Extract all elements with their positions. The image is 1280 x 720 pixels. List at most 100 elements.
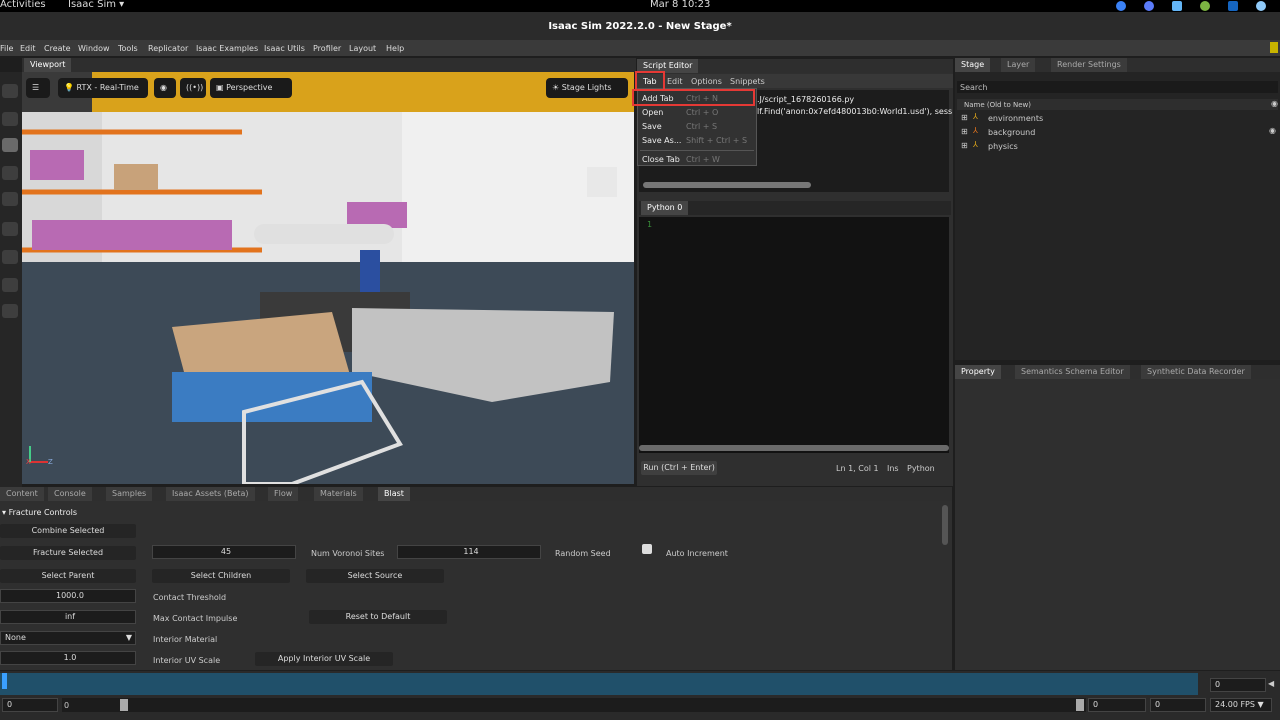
tab-materials[interactable]: Materials xyxy=(314,487,363,501)
menu-item-close-tab[interactable]: Close Tab Ctrl + W xyxy=(638,153,756,167)
tab-python-0[interactable]: Python 0 xyxy=(641,201,689,215)
camera-icon[interactable] xyxy=(2,84,18,98)
app-menu[interactable]: Isaac Sim ▾ xyxy=(68,0,124,10)
tab-flow[interactable]: Flow xyxy=(268,487,299,501)
activities-button[interactable]: Activities xyxy=(0,0,46,10)
select-parent-button[interactable]: Select Parent xyxy=(0,569,136,583)
expand-icon[interactable]: ⊞ xyxy=(961,113,968,122)
contact-threshold-input[interactable]: 1000.0 xyxy=(0,589,136,603)
brush-icon[interactable] xyxy=(2,304,18,318)
tray-icon[interactable] xyxy=(1172,1,1182,11)
camera-button[interactable]: ▣ Perspective xyxy=(210,78,292,98)
menu-item-save-as[interactable]: Save As... Shift + Ctrl + S xyxy=(638,134,756,148)
tray-icon[interactable] xyxy=(1144,1,1154,11)
render-mode-button[interactable]: 💡 RTX - Real-Time xyxy=(58,78,148,98)
tab-console[interactable]: Console xyxy=(48,487,92,501)
tree-item-environments[interactable]: ⊞ ⅄ environments xyxy=(955,112,1280,126)
rotate-icon[interactable] xyxy=(2,166,18,180)
tab-synthetic-data-recorder[interactable]: Synthetic Data Recorder xyxy=(1141,365,1251,379)
menu-script-edit[interactable]: Edit xyxy=(667,77,683,86)
menu-window[interactable]: Window xyxy=(78,44,110,53)
range-slider[interactable]: 0 xyxy=(62,698,1086,712)
random-seed-input[interactable]: 114 xyxy=(397,545,541,559)
end-frame-input-2[interactable]: 0 xyxy=(1150,698,1206,712)
fracture-controls-header[interactable]: ▾ Fracture Controls xyxy=(2,508,77,517)
menu-item-open[interactable]: Open Ctrl + O xyxy=(638,106,756,120)
tree-item-physics[interactable]: ⊞ ⅄ physics xyxy=(955,140,1280,154)
select-source-button[interactable]: Select Source xyxy=(306,569,444,583)
max-impulse-input[interactable]: inf xyxy=(0,610,136,624)
menu-file[interactable]: File xyxy=(0,44,13,53)
chevron-right-icon[interactable] xyxy=(292,78,300,98)
code-editor[interactable]: 1 xyxy=(639,217,949,453)
timeline-track[interactable] xyxy=(0,673,1198,695)
editor-scrollbar[interactable] xyxy=(639,445,949,451)
tray-icon[interactable] xyxy=(1116,1,1126,11)
menu-layout[interactable]: Layout xyxy=(349,44,376,53)
eye-icon[interactable]: ◉ xyxy=(1269,126,1276,135)
end-frame-input[interactable]: 0 xyxy=(1088,698,1146,712)
eye-icon[interactable]: ◉ xyxy=(1271,99,1278,108)
uv-scale-input[interactable]: 1.0 xyxy=(0,651,136,665)
tab-blast[interactable]: Blast xyxy=(378,487,410,501)
reset-default-button[interactable]: Reset to Default xyxy=(309,610,447,624)
snap-icon[interactable] xyxy=(2,222,18,236)
auto-increment-checkbox[interactable] xyxy=(642,544,652,554)
menu-profiler[interactable]: Profiler xyxy=(313,44,341,53)
voronoi-sites-input[interactable]: 45 xyxy=(152,545,296,559)
tray-icon[interactable] xyxy=(1228,1,1238,11)
menu-item-save[interactable]: Save Ctrl + S xyxy=(638,120,756,134)
tree-item-background[interactable]: ⊞ ⅄ background ◉ xyxy=(955,126,1280,140)
viewport[interactable]: X Z xyxy=(22,72,634,484)
tab-property[interactable]: Property xyxy=(955,365,1001,379)
panel-scrollbar[interactable] xyxy=(942,505,948,545)
tab-content[interactable]: Content xyxy=(0,487,44,501)
expand-icon[interactable]: ⊞ xyxy=(961,141,968,150)
menu-isaac-utils[interactable]: Isaac Utils xyxy=(264,44,305,53)
run-button[interactable]: Run (Ctrl + Enter) xyxy=(641,461,717,475)
tab-semantics-schema-editor[interactable]: Semantics Schema Editor xyxy=(1015,365,1130,379)
playhead[interactable] xyxy=(2,673,7,689)
move-icon[interactable] xyxy=(2,138,18,152)
menu-tools[interactable]: Tools xyxy=(118,44,138,53)
menu-help[interactable]: Help xyxy=(386,44,404,53)
menu-edit[interactable]: Edit xyxy=(20,44,36,53)
select-children-button[interactable]: Select Children xyxy=(152,569,290,583)
apply-uv-scale-button[interactable]: Apply Interior UV Scale xyxy=(255,652,393,666)
select-icon[interactable] xyxy=(2,112,18,126)
fps-select[interactable]: 24.00 FPS ▼ xyxy=(1210,698,1272,712)
log-scrollbar[interactable] xyxy=(643,182,811,188)
tab-viewport[interactable]: Viewport xyxy=(24,58,72,72)
play-icon[interactable] xyxy=(2,250,18,264)
menu-replicator[interactable]: Replicator xyxy=(148,44,188,53)
lights-button[interactable]: ☀ Stage Lights xyxy=(546,78,628,98)
tray-icon[interactable] xyxy=(1256,1,1266,11)
tab-layer[interactable]: Layer xyxy=(1001,58,1036,72)
tab-stage[interactable]: Stage xyxy=(955,58,991,72)
stage-search-input[interactable]: Search xyxy=(957,81,1278,93)
chevron-left-icon[interactable]: ◀ xyxy=(1268,679,1274,688)
range-start-handle[interactable] xyxy=(120,699,128,711)
clock[interactable]: Mar 8 10:23 xyxy=(650,0,710,10)
tab-samples[interactable]: Samples xyxy=(106,487,153,501)
current-frame-input[interactable]: 0 xyxy=(1210,678,1266,692)
physics-icon[interactable] xyxy=(2,278,18,292)
range-end-handle[interactable] xyxy=(1076,699,1084,711)
tab-render-settings[interactable]: Render Settings xyxy=(1051,58,1127,72)
expand-icon[interactable]: ⊞ xyxy=(961,127,968,136)
menu-options[interactable]: Options xyxy=(691,77,722,86)
menu-snippets[interactable]: Snippets xyxy=(730,77,765,86)
lightning-icon[interactable] xyxy=(1270,42,1278,53)
combine-selected-button[interactable]: Combine Selected xyxy=(0,524,136,538)
tab-isaac-assets[interactable]: Isaac Assets (Beta) xyxy=(166,487,255,501)
scale-icon[interactable] xyxy=(2,192,18,206)
fracture-selected-button[interactable]: Fracture Selected xyxy=(0,546,136,560)
settings-icon[interactable]: ☰ xyxy=(26,78,50,98)
menu-isaac-examples[interactable]: Isaac Examples xyxy=(196,44,258,53)
start-frame-input[interactable]: 0 xyxy=(2,698,58,712)
interior-material-select[interactable]: None ▼ xyxy=(0,631,136,645)
eye-icon[interactable]: ◉ xyxy=(154,78,176,98)
menu-create[interactable]: Create xyxy=(44,44,71,53)
tray-icon[interactable] xyxy=(1200,1,1210,11)
audio-icon[interactable]: ((•)) xyxy=(180,78,206,98)
